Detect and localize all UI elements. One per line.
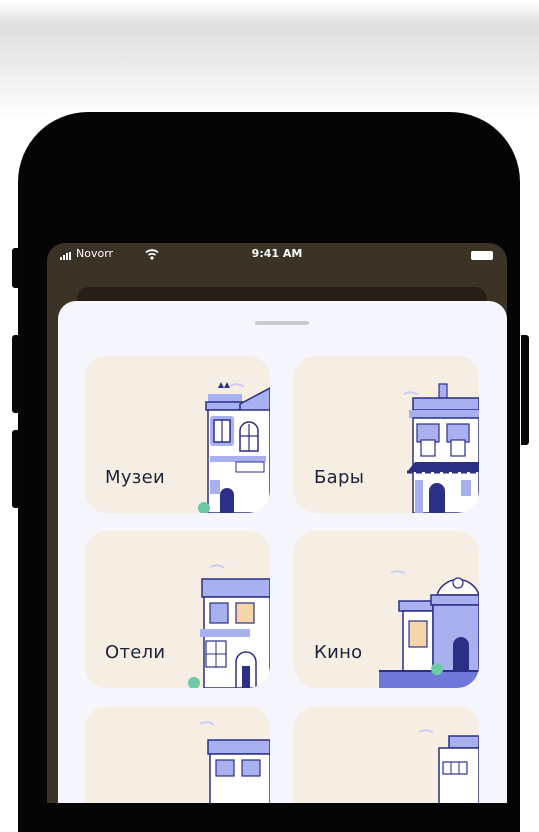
category-label: Бары — [314, 467, 365, 488]
category-tile[interactable] — [85, 706, 270, 803]
category-tile-cinema[interactable]: Кино — [294, 531, 479, 688]
bottom-sheet: Музеи Бары Отели Кино — [58, 301, 507, 803]
background-shade — [0, 0, 539, 120]
category-tile-bars[interactable]: Бары — [294, 356, 479, 513]
building-icon — [200, 721, 270, 803]
category-tile[interactable] — [294, 706, 479, 803]
power-button — [521, 335, 529, 445]
battery-icon — [471, 251, 493, 260]
category-tile-museums[interactable]: Музеи — [85, 356, 270, 513]
phone-screen: Novorr 9:41 AM Музеи Бары Отели Кино — [47, 243, 507, 803]
bar-building-icon — [403, 383, 479, 513]
cinema-building-icon — [379, 570, 479, 688]
status-time: 9:41 AM — [251, 247, 303, 260]
category-label: Кино — [314, 642, 363, 663]
category-label: Отели — [105, 642, 166, 663]
sheet-grabber[interactable] — [255, 321, 309, 325]
status-bar: Novorr 9:41 AM — [47, 243, 507, 269]
museum-building-icon — [198, 382, 270, 513]
category-label: Музеи — [105, 467, 166, 488]
category-tile-hotels[interactable]: Отели — [85, 531, 270, 688]
hotel-building-icon — [188, 564, 270, 688]
building-icon — [419, 729, 479, 803]
